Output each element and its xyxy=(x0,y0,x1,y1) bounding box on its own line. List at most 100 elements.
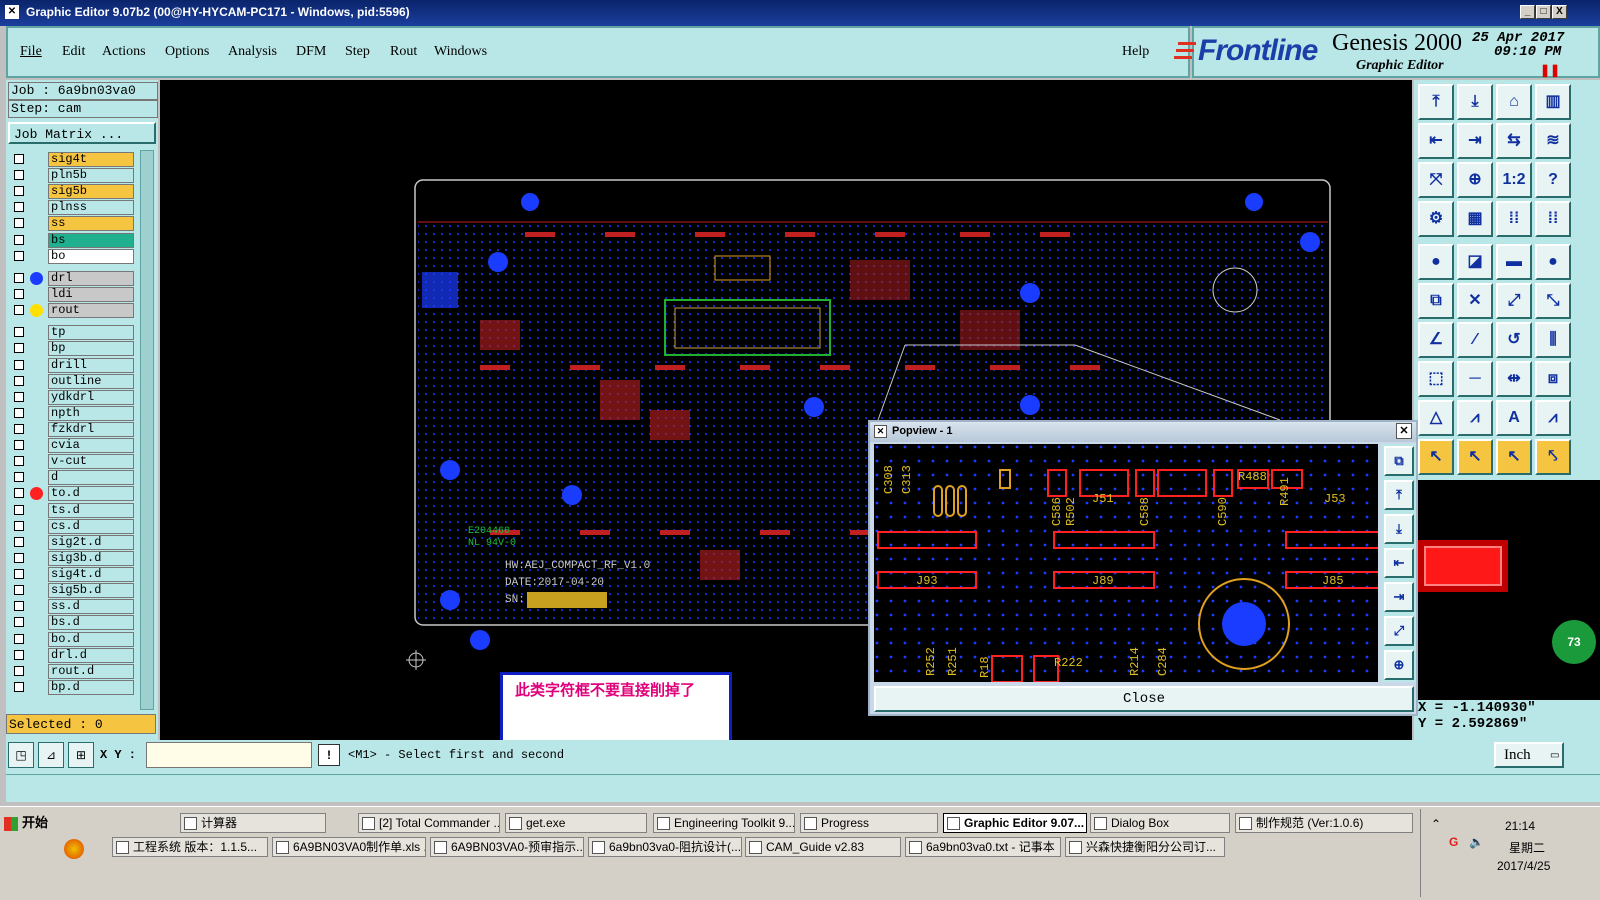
layer-checkbox[interactable] xyxy=(14,424,24,434)
layer-row-bp[interactable]: bp xyxy=(10,341,134,356)
layer-row-fzkdrl[interactable]: fzkdrl xyxy=(10,422,134,437)
menu-file[interactable]: File xyxy=(20,44,42,60)
taskbar-item[interactable]: Progress xyxy=(800,813,938,833)
taskbar-item[interactable]: 6A9BN03VA0制作单.xls ... xyxy=(272,837,426,857)
tray-arrow-icon[interactable]: ⌃ xyxy=(1431,817,1441,831)
layer-row-ydkdrl[interactable]: ydkdrl xyxy=(10,390,134,405)
start-button[interactable]: 开始 xyxy=(2,813,54,835)
popview-close-button[interactable]: Close xyxy=(874,686,1414,712)
layer-row-v-cut[interactable]: v-cut xyxy=(10,454,134,469)
popview-canvas[interactable]: C308 C313 C586 R502 J51 C588 C590 R488 R… xyxy=(874,444,1378,682)
snap-top-icon[interactable]: ⤒ xyxy=(1418,84,1454,120)
layer-checkbox[interactable] xyxy=(14,343,24,353)
columns-icon[interactable]: ⫼ xyxy=(1535,322,1571,358)
layer-row-to-d[interactable]: to.d xyxy=(10,486,134,501)
layer-row-d[interactable]: d xyxy=(10,470,134,485)
layer-checkbox[interactable] xyxy=(14,218,24,228)
menu-edit[interactable]: Edit xyxy=(62,44,85,60)
layer-checkbox[interactable] xyxy=(14,170,24,180)
popview-close-icon[interactable]: ✕ xyxy=(1396,423,1412,439)
arrow-out-icon[interactable]: ⤢ xyxy=(1496,283,1532,319)
measure-icon[interactable]: ⊿ xyxy=(38,742,64,768)
layer-checkbox[interactable] xyxy=(14,202,24,212)
pan-icon[interactable]: ⊕ xyxy=(1457,162,1493,198)
layer-row-cvia[interactable]: cvia xyxy=(10,438,134,453)
pins-a-icon[interactable]: ⁞⁞ xyxy=(1496,201,1532,237)
arrow-diag-icon[interactable]: ⤡ xyxy=(1535,283,1571,319)
layer-row-npth[interactable]: npth xyxy=(10,406,134,421)
volume-icon[interactable]: 🔈 xyxy=(1469,835,1484,849)
grid-icon[interactable]: ▦ xyxy=(1457,201,1493,237)
snap-bottom-icon[interactable]: ⤓ xyxy=(1457,84,1493,120)
layer-checkbox[interactable] xyxy=(14,682,24,692)
layer-checkbox[interactable] xyxy=(14,553,24,563)
layer-checkbox[interactable] xyxy=(14,585,24,595)
taskbar-item[interactable]: 计算器 xyxy=(180,813,326,833)
layer-row-outline[interactable]: outline xyxy=(10,374,134,389)
layer-checkbox[interactable] xyxy=(14,456,24,466)
layer-checkbox[interactable] xyxy=(14,601,24,611)
layer-row-ss[interactable]: ss xyxy=(10,216,134,231)
taskbar-item[interactable]: 6a9bn03va0-阻抗设计(... xyxy=(588,837,742,857)
popview-move-right-icon[interactable]: ⇥ xyxy=(1384,582,1414,612)
notification-badge[interactable]: 73 xyxy=(1552,620,1596,664)
layer-row-ts-d[interactable]: ts.d xyxy=(10,503,134,518)
pad-icon[interactable]: ● xyxy=(1418,244,1454,280)
undo-icon[interactable]: ↺ xyxy=(1496,322,1532,358)
taskbar-item[interactable]: 6A9BN03VA0-预审指示.... xyxy=(430,837,584,857)
warning-icon[interactable]: ⩘ xyxy=(1457,400,1493,436)
layer-checkbox[interactable] xyxy=(14,472,24,482)
dash-icon[interactable]: ─ xyxy=(1457,361,1493,397)
layer-row-sig5b-d[interactable]: sig5b.d xyxy=(10,583,134,598)
taskbar-item[interactable]: Engineering Toolkit 9.... xyxy=(653,813,795,833)
layer-row-bs[interactable]: bs xyxy=(10,233,134,248)
popview-raise-icon[interactable]: ⤒ xyxy=(1384,480,1414,510)
taskbar-item[interactable]: 制作规范 (Ver:1.0.6) xyxy=(1235,813,1413,833)
layer-checkbox[interactable] xyxy=(14,569,24,579)
home-icon[interactable]: ⌂ xyxy=(1496,84,1532,120)
pins-b-icon[interactable]: ⁞⁞ xyxy=(1535,201,1571,237)
taskbar-item[interactable]: Dialog Box xyxy=(1090,813,1230,833)
layer-row-pln5b[interactable]: pln5b xyxy=(10,168,134,183)
popview-copy-icon[interactable]: ⧉ xyxy=(1384,446,1414,476)
layer-checkbox[interactable] xyxy=(14,505,24,515)
info-icon[interactable]: ! xyxy=(318,744,340,766)
layer-row-sig3b-d[interactable]: sig3b.d xyxy=(10,551,134,566)
menu-analysis[interactable]: Analysis xyxy=(228,44,277,60)
select-box-icon[interactable]: ↖ xyxy=(1457,439,1493,475)
layer-row-plnss[interactable]: plnss xyxy=(10,200,134,215)
command-line[interactable] xyxy=(6,774,1600,802)
taskbar-item[interactable]: 兴森快捷衡阳分公司订... xyxy=(1065,837,1225,857)
layer-row-sig4t-d[interactable]: sig4t.d xyxy=(10,567,134,582)
layer-row-bo[interactable]: bo xyxy=(10,249,134,264)
layer-row-rout-d[interactable]: rout.d xyxy=(10,664,134,679)
taskbar-item[interactable]: CAM_Guide v2.83 xyxy=(745,837,901,857)
menu-dfm[interactable]: DFM xyxy=(296,44,326,60)
swap-icon[interactable]: ⇆ xyxy=(1496,123,1532,159)
menu-options[interactable]: Options xyxy=(165,44,209,60)
popview-fit-icon[interactable]: ⤢ xyxy=(1384,616,1414,646)
popview-move-left-icon[interactable]: ⇤ xyxy=(1384,548,1414,578)
layer-checkbox[interactable] xyxy=(14,360,24,370)
circle-icon[interactable]: ● xyxy=(1535,244,1571,280)
layer-row-bp-d[interactable]: bp.d xyxy=(10,680,134,695)
settings-icon[interactable]: ⚙ xyxy=(1418,201,1454,237)
layer-checkbox[interactable] xyxy=(14,666,24,676)
layer-row-rout[interactable]: rout xyxy=(10,303,134,318)
layer-checkbox[interactable] xyxy=(14,186,24,196)
layer-checkbox[interactable] xyxy=(14,251,24,261)
dimension-icon[interactable]: ⇹ xyxy=(1496,361,1532,397)
layer-checkbox[interactable] xyxy=(14,154,24,164)
taskbar-item[interactable]: Graphic Editor 9.07... xyxy=(943,813,1087,833)
layer-checkbox[interactable] xyxy=(14,650,24,660)
grid-icon[interactable]: ⊞ xyxy=(68,742,94,768)
job-matrix-button[interactable]: Job Matrix ... xyxy=(8,122,156,144)
layer-checkbox[interactable] xyxy=(14,273,24,283)
move-left-icon[interactable]: ⇤ xyxy=(1418,123,1454,159)
slash-icon[interactable]: ∕ xyxy=(1457,322,1493,358)
menu-rout[interactable]: Rout xyxy=(390,44,417,60)
select-net-icon[interactable]: ↖ xyxy=(1496,439,1532,475)
layer-checkbox[interactable] xyxy=(14,235,24,245)
layer-checkbox[interactable] xyxy=(14,440,24,450)
layer-row-sig4t[interactable]: sig4t xyxy=(10,152,134,167)
